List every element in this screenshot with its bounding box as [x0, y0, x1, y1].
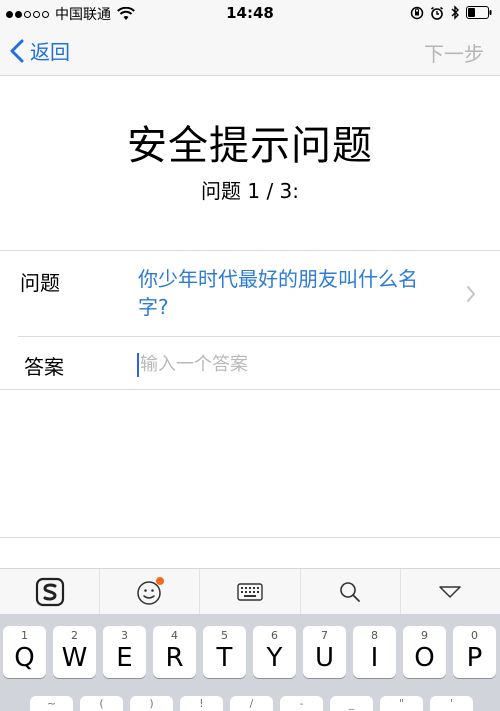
key-p[interactable]: 0P: [453, 626, 496, 678]
key-r[interactable]: 4R: [153, 626, 196, 678]
key-letter: R: [165, 643, 184, 673]
key-letter: U: [314, 643, 335, 673]
key-hint: 4: [171, 629, 178, 642]
key-letter: Y: [266, 643, 283, 673]
keyboard-icon: [237, 582, 263, 601]
key-hint: 5: [221, 629, 228, 642]
key-hint: ~: [46, 697, 57, 710]
search-icon: [340, 581, 361, 602]
question-label: 问题: [20, 271, 60, 295]
key-hint: 7: [321, 629, 328, 642]
key-letter: T: [216, 643, 233, 673]
key-hint: _: [348, 697, 355, 710]
key-letter: O: [414, 643, 435, 673]
next-button[interactable]: 下一步: [424, 38, 484, 67]
keyboard-toolbar: [0, 568, 500, 614]
key-letter: W: [61, 643, 88, 673]
orientation-lock-icon: [410, 6, 424, 19]
search-button[interactable]: [299, 569, 400, 614]
key-hint: 8: [371, 629, 378, 642]
key-hint: ): [149, 697, 154, 710]
page-title: 安全提示问题: [127, 123, 373, 169]
key-hint: 0: [471, 629, 478, 642]
key-y[interactable]: 6Y: [253, 626, 296, 678]
key-hint: (: [99, 697, 104, 710]
key-w[interactable]: 2W: [53, 626, 96, 678]
key-row2-4[interactable]: /: [230, 696, 273, 711]
key-u[interactable]: 7U: [303, 626, 346, 678]
key-row2-7[interactable]: ": [380, 696, 423, 711]
key-row2-8[interactable]: ': [430, 696, 473, 711]
page-subtitle: 问题 1 / 3:: [201, 179, 299, 203]
answer-row: 答案: [0, 337, 500, 391]
key-row2-2[interactable]: ): [130, 696, 173, 711]
key-hint: ': [449, 697, 454, 710]
key-row-1: 1Q2W3E4R5T6Y7U8I9O0P: [3, 626, 497, 678]
chevron-right-icon: [467, 286, 475, 302]
key-row2-5[interactable]: -: [280, 696, 323, 711]
status-bar: 中国联通 14:48: [0, 0, 500, 26]
key-row2-3[interactable]: !: [180, 696, 223, 711]
key-hint: 1: [21, 629, 28, 642]
emoji-button[interactable]: [99, 569, 199, 614]
back-button-label: 返回: [30, 40, 70, 64]
key-hint: 6: [271, 629, 278, 642]
key-row2-0[interactable]: ~: [30, 696, 73, 711]
key-letter: Q: [14, 643, 35, 673]
key-hint: /: [249, 697, 254, 710]
key-hint: 3: [121, 629, 128, 642]
key-hint: !: [199, 697, 204, 710]
key-hint: 2: [71, 629, 78, 642]
key-letter: P: [466, 643, 483, 673]
chevron-left-icon: [10, 39, 24, 62]
key-row2-1[interactable]: (: [80, 696, 123, 711]
sogou-button[interactable]: [0, 569, 99, 614]
question-value[interactable]: 你少年时代最好的朋友叫什么名字?: [138, 265, 448, 321]
key-row-2: ~ ()! / - _ " ': [30, 696, 490, 711]
keyboard: 1Q2W3E4R5T6Y7U8I9O0P ~()! / - _ " ': [0, 614, 500, 711]
key-hint: 9: [421, 629, 428, 642]
key-q[interactable]: 1Q: [3, 626, 46, 678]
key-hint: -: [299, 697, 304, 710]
key-letter: E: [116, 643, 133, 673]
key-e[interactable]: 3E: [103, 626, 146, 678]
key-row2-6[interactable]: _: [330, 696, 373, 711]
key-hint: ": [398, 697, 405, 710]
collapse-icon: [439, 585, 462, 598]
collapse-keyboard-button[interactable]: [399, 569, 500, 614]
navigation-bar: 返回 下一步: [0, 26, 500, 76]
answer-input[interactable]: [140, 349, 440, 379]
battery-icon: [466, 6, 492, 19]
text-cursor: [137, 353, 139, 377]
key-o[interactable]: 9O: [403, 626, 446, 678]
answer-label: 答案: [24, 355, 64, 379]
status-right: [410, 5, 492, 20]
back-button[interactable]: 返回: [10, 36, 70, 65]
content-divider: [0, 537, 500, 538]
key-t[interactable]: 5T: [203, 626, 246, 678]
security-question-form: 问题 你少年时代最好的朋友叫什么名字? 答案: [0, 250, 500, 390]
alarm-icon: [431, 6, 443, 20]
keyboard-switch-button[interactable]: [199, 569, 299, 614]
sogou-logo-icon: [35, 577, 64, 606]
bluetooth-icon: [451, 5, 459, 20]
key-i[interactable]: 8I: [353, 626, 396, 678]
question-row[interactable]: 问题 你少年时代最好的朋友叫什么名字?: [0, 251, 500, 337]
key-letter: I: [370, 643, 379, 673]
